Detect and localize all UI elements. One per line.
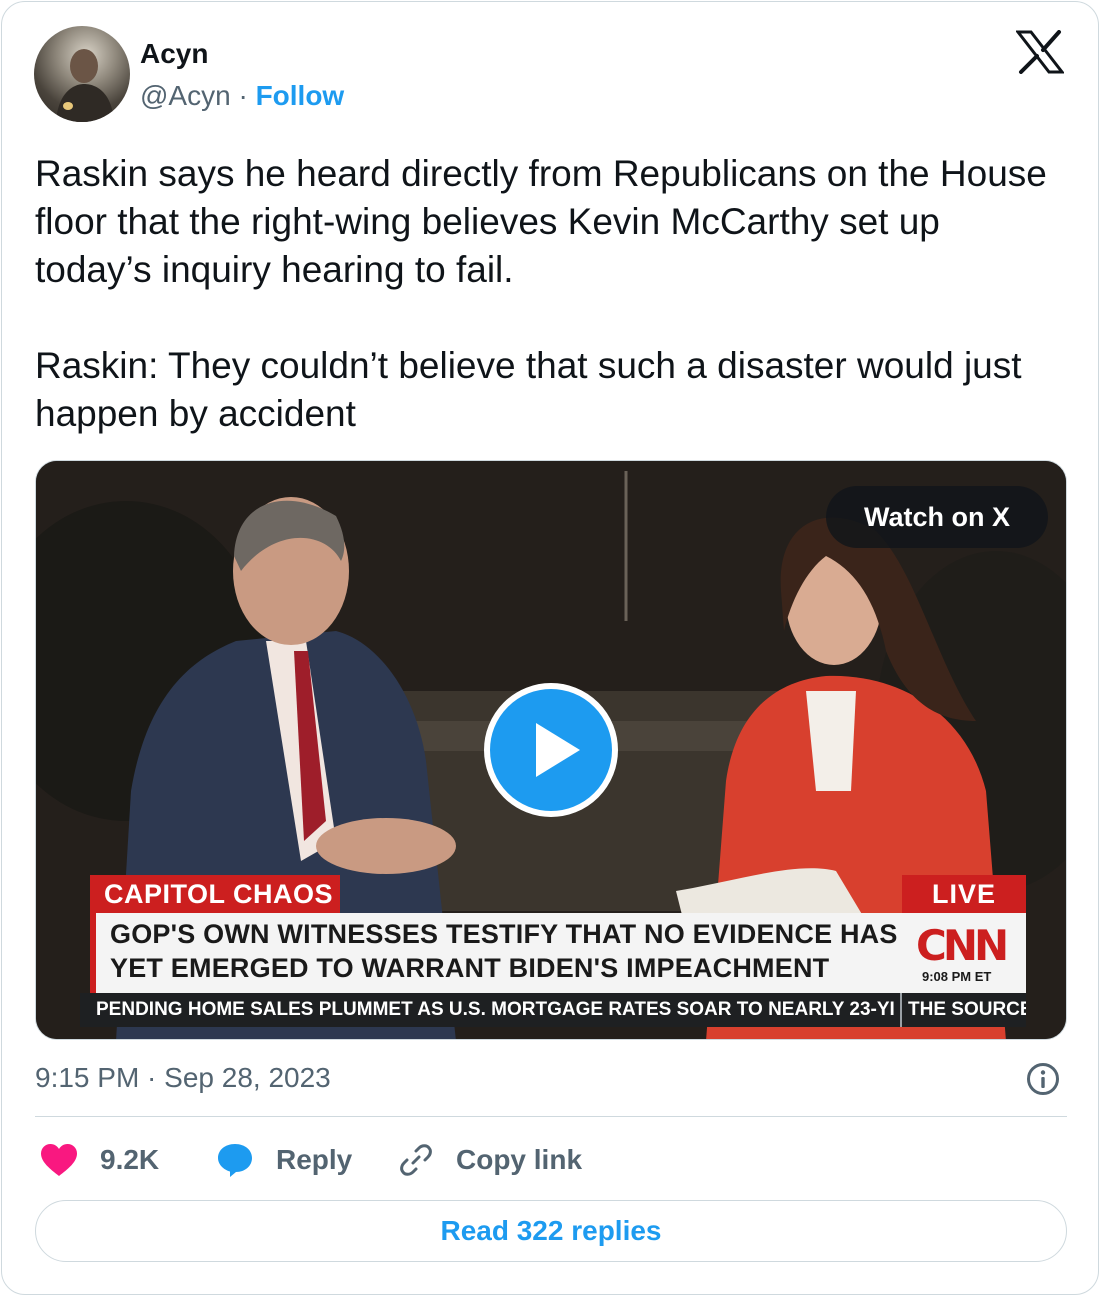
reply-label: Reply — [276, 1144, 353, 1175]
play-button[interactable] — [484, 683, 618, 817]
read-replies-button[interactable]: Read 322 replies — [35, 1200, 1067, 1262]
watch-on-x-button[interactable]: Watch on X — [826, 486, 1048, 548]
chyron-headline: GOP'S OWN WITNESSES TESTIFY THAT NO EVID… — [110, 919, 898, 949]
copy-link-label: Copy link — [456, 1144, 583, 1175]
cnn-logo: CNN — [916, 921, 1009, 970]
tweet-timestamp[interactable]: 9:15 PM · Sep 28, 2023 — [35, 1062, 331, 1094]
author-handle[interactable]: @Acyn — [140, 80, 231, 111]
ticker-text: PENDING HOME SALES PLUMMET AS U.S. MORTG… — [96, 999, 895, 1020]
divider — [35, 1116, 1067, 1117]
reply-button[interactable]: Reply — [216, 1140, 352, 1180]
info-icon[interactable] — [1026, 1062, 1060, 1096]
separator: · — [238, 80, 248, 111]
chyron-headline: YET EMERGED TO WARRANT BIDEN'S IMPEACHME… — [110, 953, 830, 983]
news-ticker: PENDING HOME SALES PLUMMET AS U.S. MORTG… — [80, 993, 1026, 1027]
chyron-banner: GOP'S OWN WITNESSES TESTIFY THAT NO EVID… — [90, 913, 1026, 993]
tweet-text: Raskin says he heard directly from Repub… — [35, 150, 1055, 486]
play-icon — [536, 723, 580, 777]
chyron-time: 9:08 PM ET — [922, 969, 992, 984]
chyron-tag: CAPITOL CHAOS — [90, 875, 340, 913]
tweet-paragraph: Raskin says he heard directly from Repub… — [35, 153, 1047, 290]
like-count: 9.2K — [100, 1144, 160, 1175]
heart-icon — [41, 1144, 77, 1176]
link-icon — [400, 1144, 432, 1176]
handle-row: @Acyn · Follow — [140, 80, 344, 112]
avatar[interactable] — [34, 26, 130, 122]
live-badge: LIVE — [902, 875, 1026, 913]
like-button[interactable]: 9.2K — [40, 1140, 159, 1180]
reply-bubble-icon — [218, 1144, 252, 1177]
tweet-paragraph: Raskin: They couldn’t believe that such … — [35, 345, 1022, 434]
ticker-source: THE SOURCE — [900, 993, 1026, 1027]
author-name[interactable]: Acyn — [140, 38, 208, 70]
copy-link-button[interactable]: Copy link — [398, 1140, 582, 1180]
x-logo-icon[interactable] — [1016, 30, 1064, 74]
follow-button[interactable]: Follow — [256, 80, 345, 111]
